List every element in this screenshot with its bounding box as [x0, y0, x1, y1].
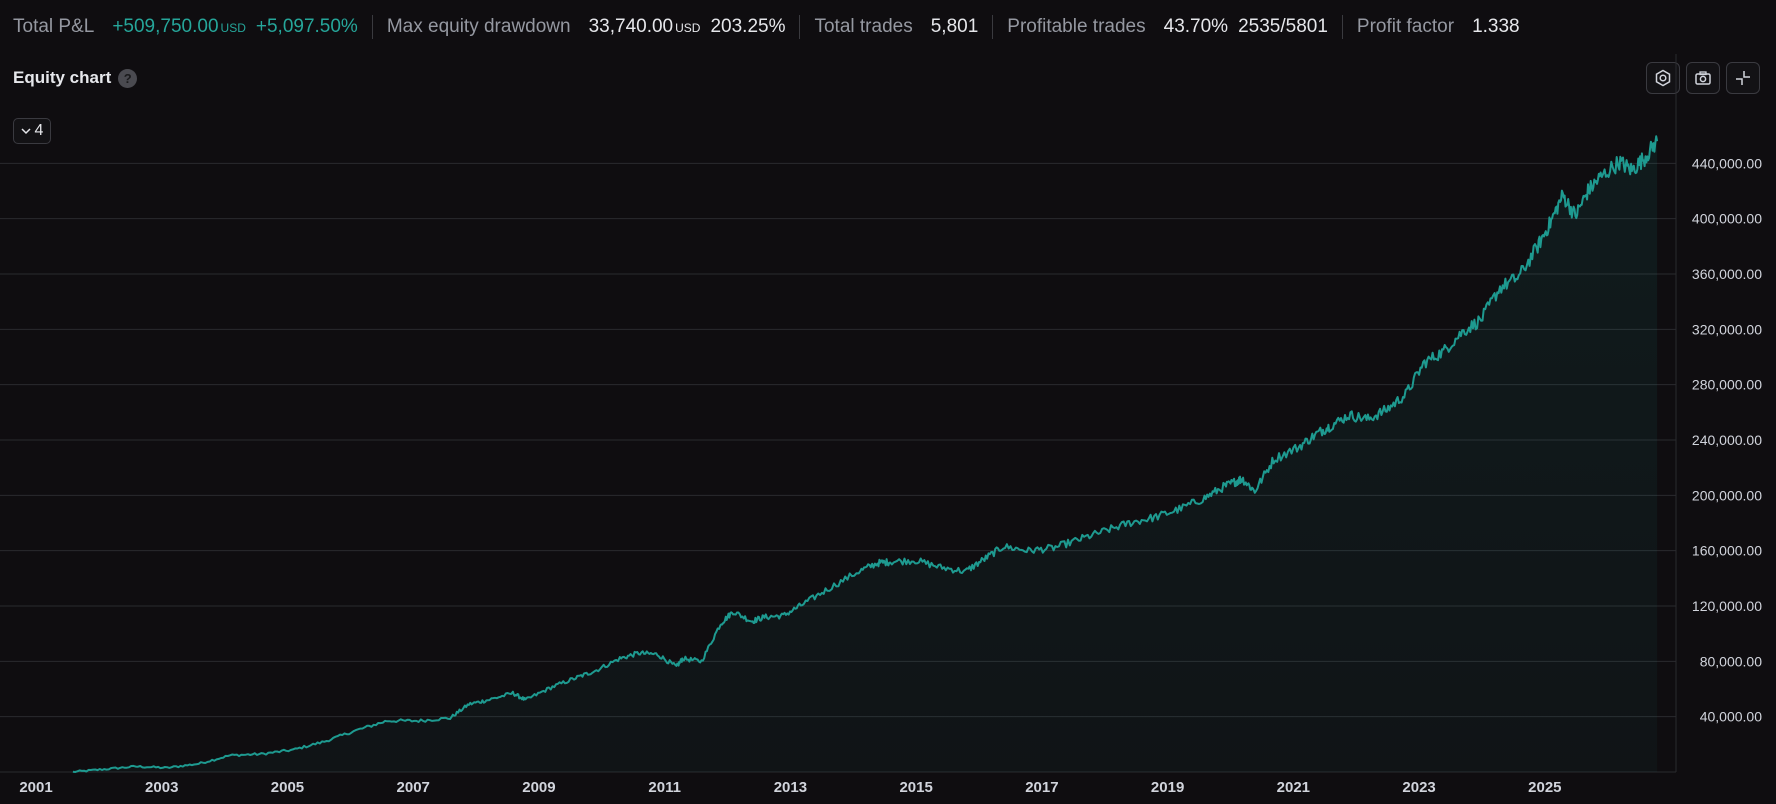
x-tick-label: 2007 [397, 779, 430, 796]
y-tick-label: 400,000.00 [1692, 211, 1762, 227]
y-tick-label: 80,000.00 [1700, 653, 1762, 669]
y-tick-label: 160,000.00 [1692, 543, 1762, 559]
x-tick-label: 2013 [774, 779, 807, 796]
y-tick-label: 360,000.00 [1692, 266, 1762, 282]
y-tick-label: 240,000.00 [1692, 432, 1762, 448]
equity-area [72, 136, 1658, 773]
x-tick-label: 2011 [648, 779, 681, 796]
y-tick-label: 40,000.00 [1700, 709, 1762, 725]
x-tick-label: 2003 [145, 779, 178, 796]
x-tick-label: 2023 [1402, 779, 1435, 796]
y-tick-label: 120,000.00 [1692, 598, 1762, 614]
x-tick-label: 2009 [522, 779, 555, 796]
x-tick-label: 2021 [1277, 779, 1310, 796]
y-tick-label: 280,000.00 [1692, 377, 1762, 393]
x-tick-label: 2005 [271, 779, 304, 796]
x-tick-label: 2025 [1528, 779, 1561, 796]
x-tick-label: 2001 [19, 779, 52, 796]
x-tick-label: 2019 [1151, 779, 1184, 796]
equity-chart: 40,000.00 80,000.00 120,000.00 160,000.00 20… [0, 54, 1762, 796]
x-tick-label: 2015 [899, 779, 932, 796]
y-tick-label: 440,000.00 [1692, 155, 1762, 171]
y-tick-label: 320,000.00 [1692, 321, 1762, 337]
x-tick-label: 2017 [1025, 779, 1058, 796]
y-tick-label: 200,000.00 [1692, 487, 1762, 503]
